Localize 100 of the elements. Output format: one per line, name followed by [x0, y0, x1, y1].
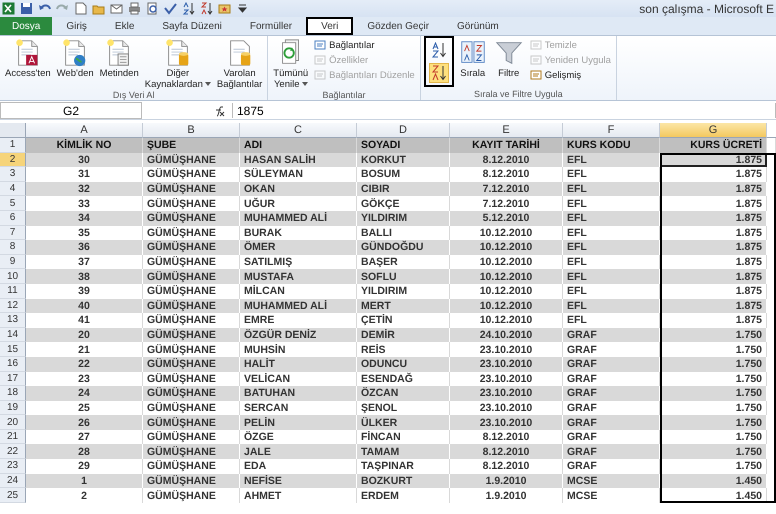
sort-descending-button[interactable]	[428, 63, 449, 83]
table-cell: 1.875	[660, 210, 767, 226]
table-cell: 2	[26, 488, 143, 503]
table-cell: MCSE	[563, 474, 660, 488]
row-header[interactable]: 12	[0, 298, 26, 314]
table-cell: 32	[26, 182, 143, 196]
customize-caret-icon[interactable]	[236, 2, 249, 15]
table-cell: 1.875	[660, 182, 767, 196]
table-cell: 22	[26, 356, 143, 372]
row-header[interactable]: 7	[0, 226, 26, 240]
row-header[interactable]: 17	[0, 372, 26, 386]
row-header[interactable]: 2	[0, 152, 26, 168]
table-cell: ÖZCAN	[357, 386, 450, 401]
sort-ascending-icon[interactable]	[182, 2, 195, 15]
ribbon-tab[interactable]: Veri	[306, 17, 354, 35]
table-cell: KURS KODU	[563, 138, 660, 153]
printer-icon[interactable]	[128, 2, 141, 15]
row-header[interactable]: 23	[0, 459, 26, 474]
ribbon-tab[interactable]: Formüller	[236, 17, 306, 35]
ribbon-button[interactable]: Filtre	[492, 38, 526, 79]
spreadsheet-logo-icon[interactable]	[2, 2, 15, 15]
table-cell: ÖZGÜR DENİZ	[240, 328, 357, 342]
save-icon[interactable]	[20, 2, 33, 15]
email-icon[interactable]	[110, 2, 123, 15]
sort-descending-icon[interactable]	[200, 2, 213, 15]
ribbon-tab[interactable]: Ekle	[100, 17, 148, 35]
formula-field[interactable]: 1875	[232, 103, 776, 118]
row-header[interactable]: 22	[0, 444, 26, 460]
table-cell: 28	[26, 444, 143, 460]
row-header[interactable]: 3	[0, 167, 26, 182]
row-header[interactable]: 9	[0, 254, 26, 270]
table-cell: BATUHAN	[240, 386, 357, 401]
ribbon-tab[interactable]: Giriş	[52, 17, 101, 35]
table-cell: GÜMÜŞHANE	[143, 356, 240, 372]
row-header[interactable]: 16	[0, 356, 26, 372]
table-cell: GÜMÜŞHANE	[143, 269, 240, 284]
table-cell: GÜMÜŞHANE	[143, 298, 240, 314]
row-header[interactable]: 19	[0, 400, 26, 416]
row-header[interactable]: 25	[0, 488, 26, 503]
table-cell: HASAN SALİH	[240, 152, 357, 168]
row-header[interactable]: 6	[0, 210, 26, 226]
file-tab[interactable]: Dosya	[0, 17, 52, 35]
row-header[interactable]: 24	[0, 474, 26, 488]
spelling-check-icon[interactable]	[164, 2, 177, 15]
group-label: Sırala ve Filtre Uygula	[473, 89, 564, 100]
table-cell: 34	[26, 210, 143, 226]
row-header[interactable]: 13	[0, 313, 26, 328]
column-header[interactable]: F	[563, 123, 660, 138]
ribbon-tab[interactable]: Görünüm	[443, 17, 513, 35]
row-header[interactable]: 15	[0, 342, 26, 357]
ribbon-button[interactable]: Diğer Kaynaklardan	[142, 38, 213, 90]
table-cell: 1.9.2010	[450, 488, 563, 503]
table-cell: EFL	[563, 152, 660, 168]
row-header[interactable]: 20	[0, 415, 26, 430]
ribbon-button[interactable]: Bağlantılar	[312, 38, 417, 52]
row-header[interactable]: 4	[0, 182, 26, 196]
row-header[interactable]: 21	[0, 430, 26, 444]
table-cell: 38	[26, 269, 143, 284]
column-header[interactable]: D	[357, 123, 450, 138]
sort-ascending-icon	[430, 42, 447, 58]
row-header[interactable]: 8	[0, 240, 26, 255]
table-cell: EFL	[563, 210, 660, 226]
print-preview-icon[interactable]	[146, 2, 159, 15]
table-cell: 24.10.2010	[450, 328, 563, 342]
ribbon-button[interactable]: Metinden	[98, 38, 141, 79]
row-header[interactable]: 14	[0, 328, 26, 342]
row-header[interactable]: 11	[0, 284, 26, 299]
column-header[interactable]: A	[26, 123, 143, 138]
table-cell: SOYADI	[357, 138, 450, 153]
ribbon-button[interactable]: Varolan Bağlantılar	[214, 38, 264, 90]
column-header[interactable]: E	[450, 123, 563, 138]
ribbon-tab[interactable]: Gözden Geçir	[353, 17, 444, 35]
table-cell: MCSE	[563, 488, 660, 503]
column-header[interactable]: C	[240, 123, 357, 138]
column-header[interactable]: G	[660, 123, 767, 138]
row-header[interactable]: 10	[0, 269, 26, 284]
ribbon-button[interactable]: Access'ten	[3, 38, 53, 79]
ribbon-button[interactable]: Sırala	[456, 38, 490, 79]
table-cell: 5.12.2010	[450, 210, 563, 226]
ribbon-tab[interactable]: Sayfa Düzeni	[148, 17, 236, 35]
column-header[interactable]: B	[143, 123, 240, 138]
table-cell: GÜMÜŞHANE	[143, 386, 240, 401]
new-document-icon[interactable]	[74, 2, 87, 15]
table-cell: 24	[26, 386, 143, 401]
ribbon-button[interactable]: Web'den	[54, 38, 96, 79]
small-command-icon	[530, 39, 542, 51]
table-cell: 1	[26, 474, 143, 488]
table-cell: 1.750	[660, 386, 767, 401]
ribbon-button[interactable]: Tümünü Yenile	[271, 38, 310, 90]
ribbon-button[interactable]: Gelişmiş	[528, 68, 613, 82]
row-header[interactable]: 1	[0, 138, 26, 153]
table-cell: EFL	[563, 182, 660, 196]
row-header[interactable]: 18	[0, 386, 26, 401]
table-cell: 1.875	[660, 269, 767, 284]
table-cell: 1.750	[660, 328, 767, 342]
table-cell: YILDIRIM	[357, 210, 450, 226]
table-cell: GRAF	[563, 386, 660, 401]
row-header[interactable]: 5	[0, 196, 26, 211]
table-cell: 10.12.2010	[450, 298, 563, 314]
name-box[interactable]: G2	[0, 102, 142, 119]
